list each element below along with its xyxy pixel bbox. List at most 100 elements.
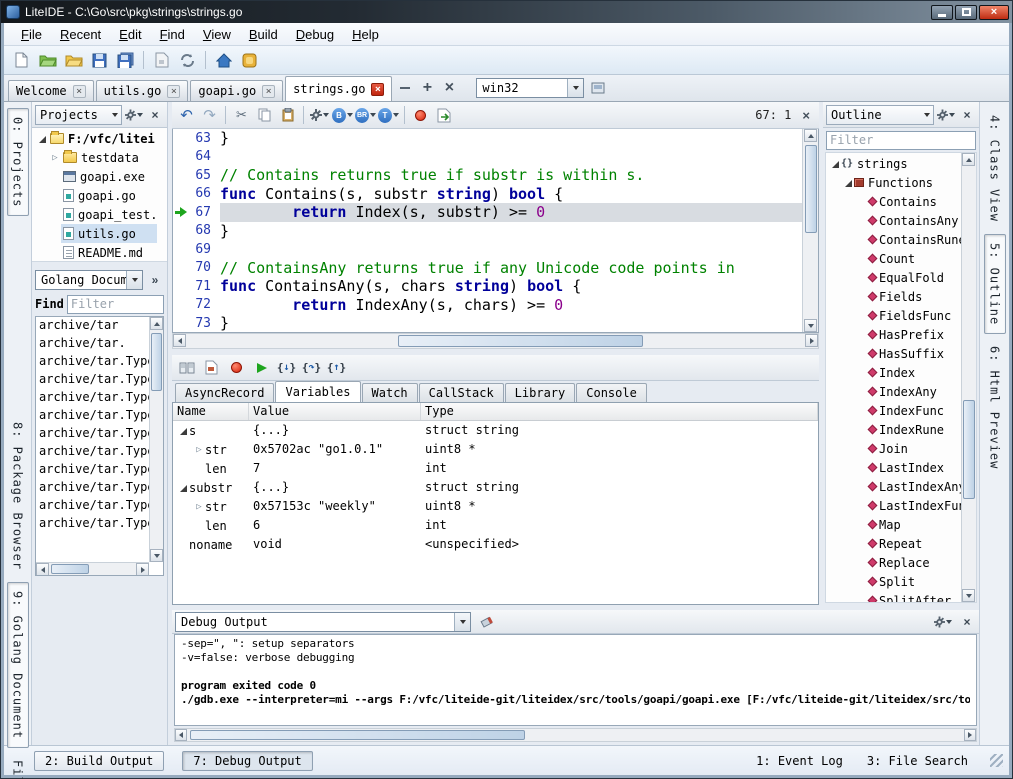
- doc-list-item[interactable]: archive/tar.TypeSymlink: [36, 498, 149, 516]
- code-line-64[interactable]: 64: [173, 148, 802, 167]
- menu-item-help[interactable]: Help: [343, 25, 388, 44]
- debug-tab-library[interactable]: Library: [505, 383, 576, 402]
- outline-item-equalfold[interactable]: EqualFold: [826, 268, 976, 287]
- outline-item-splitafter[interactable]: SplitAfter: [826, 591, 976, 602]
- tab-list-button[interactable]: [395, 78, 415, 98]
- doc-list-item[interactable]: archive/tar: [36, 318, 149, 336]
- status-toggle-7-debug-output[interactable]: 7: Debug Output: [182, 751, 312, 771]
- build-run-menu-button[interactable]: BR: [355, 105, 376, 126]
- debug-tab-console[interactable]: Console: [576, 383, 647, 402]
- outline-item-indexany[interactable]: IndexAny: [826, 382, 976, 401]
- tab-close-icon[interactable]: ×: [371, 83, 384, 96]
- outline-item-indexrune[interactable]: IndexRune: [826, 420, 976, 439]
- variable-row-str[interactable]: ▷str0x5702ac "go1.0.1"uint8 *: [173, 440, 818, 459]
- tab-close-icon[interactable]: ×: [262, 85, 275, 98]
- code-line-68[interactable]: 68}: [173, 222, 802, 241]
- export-icon[interactable]: [433, 105, 454, 126]
- dock-tab-4-class-view[interactable]: 4: Class View: [985, 107, 1005, 230]
- outline-item-replace[interactable]: Replace: [826, 553, 976, 572]
- continue-debug-button[interactable]: [251, 357, 272, 378]
- outline-item-map[interactable]: Map: [826, 515, 976, 534]
- column-header-name[interactable]: Name: [173, 403, 249, 420]
- doc-list-item[interactable]: archive/tar.: [36, 336, 149, 354]
- doc-list-item[interactable]: archive/tar.TypeRegA: [36, 480, 149, 498]
- open-file-icon[interactable]: [36, 49, 59, 71]
- code-line-67[interactable]: 67 return Index(s, substr) >= 0: [173, 203, 802, 222]
- output-combo[interactable]: Debug Output: [175, 612, 471, 632]
- editor-close-button[interactable]: ×: [797, 108, 815, 123]
- status-label-1-event-log[interactable]: 1: Event Log: [756, 754, 843, 768]
- outline-item-join[interactable]: Join: [826, 439, 976, 458]
- project-tree-item[interactable]: F:/vfc/liteide-git: [32, 129, 167, 148]
- outline-item-count[interactable]: Count: [826, 249, 976, 268]
- project-tree-item[interactable]: ▷testdata: [32, 148, 167, 167]
- clear-output-button[interactable]: [477, 613, 495, 631]
- home-icon[interactable]: [212, 49, 235, 71]
- dock-tab-file-system[interactable]: File System: [8, 752, 28, 779]
- tree-expander-icon[interactable]: [177, 426, 189, 435]
- editor-tab-welcome[interactable]: Welcome×: [8, 80, 94, 101]
- outline-item-repeat[interactable]: Repeat: [826, 534, 976, 553]
- editor-tab-strings-go[interactable]: strings.go×: [285, 76, 392, 101]
- tab-close-icon[interactable]: ×: [167, 85, 180, 98]
- scrollbar-thumb[interactable]: [805, 145, 817, 233]
- debug-tab-callstack[interactable]: CallStack: [419, 383, 504, 402]
- load-session-icon[interactable]: [176, 357, 197, 378]
- scroll-left-button[interactable]: [36, 563, 49, 576]
- combo-dropdown-button[interactable]: [454, 613, 470, 631]
- outline-item-hassuffix[interactable]: HasSuffix: [826, 344, 976, 363]
- menu-item-recent[interactable]: Recent: [51, 25, 110, 44]
- outline-close-button[interactable]: ×: [958, 106, 976, 124]
- doc-source-combo[interactable]: Golang Document: [35, 270, 143, 290]
- variable-row-substr[interactable]: substr{...}struct string: [173, 478, 818, 497]
- debug-tab-variables[interactable]: Variables: [275, 381, 360, 402]
- doc-list-item[interactable]: archive/tar.TypeCont: [36, 390, 149, 408]
- outline-combo[interactable]: Outline: [826, 105, 934, 125]
- status-toggle-2-build-output[interactable]: 2: Build Output: [34, 751, 164, 771]
- outline-item-hasprefix[interactable]: HasPrefix: [826, 325, 976, 344]
- project-tree-item[interactable]: goapi_test.go: [32, 205, 167, 224]
- copy-icon[interactable]: [254, 105, 275, 126]
- code-line-63[interactable]: 63}: [173, 129, 802, 148]
- combo-dropdown-button[interactable]: [567, 79, 583, 97]
- save-file-icon[interactable]: [88, 49, 111, 71]
- tree-expander-icon[interactable]: [829, 159, 841, 168]
- outline-item-containsany[interactable]: ContainsAny: [826, 211, 976, 230]
- liteide-logo-icon[interactable]: [238, 49, 261, 71]
- build-menu-button[interactable]: B: [332, 105, 353, 126]
- code-line-70[interactable]: 70// ContainsAny returns true if any Uni…: [173, 259, 802, 278]
- projects-combo[interactable]: Projects: [35, 105, 122, 125]
- stop-debug-button[interactable]: [226, 357, 247, 378]
- menu-item-file[interactable]: File: [12, 25, 51, 44]
- code-editor[interactable]: 63}6465// Contains returns true if subst…: [172, 129, 819, 333]
- debug-tab-watch[interactable]: Watch: [362, 383, 418, 402]
- open-folder-icon[interactable]: [62, 49, 85, 71]
- code-line-72[interactable]: 72 return IndexAny(s, chars) >= 0: [173, 296, 802, 315]
- scroll-right-button[interactable]: [136, 563, 149, 576]
- scrollbar-thumb[interactable]: [398, 335, 643, 347]
- step-out-button[interactable]: {↑}: [326, 357, 347, 378]
- scroll-up-button[interactable]: [962, 153, 975, 166]
- outline-item-indexfunc[interactable]: IndexFunc: [826, 401, 976, 420]
- editor-menu-button[interactable]: [309, 105, 330, 126]
- doc-more-button[interactable]: »: [146, 271, 164, 289]
- debug-tab-asyncrecord[interactable]: AsyncRecord: [175, 383, 274, 402]
- titlebar[interactable]: LiteIDE - C:\Go\src\pkg\strings\strings.…: [1, 1, 1012, 23]
- tree-expander-icon[interactable]: ▷: [193, 502, 205, 512]
- tree-expander-icon[interactable]: [842, 178, 854, 187]
- variable-row-noname[interactable]: nonamevoid<unspecified>: [173, 535, 818, 554]
- step-over-button[interactable]: {↷}: [301, 357, 322, 378]
- outline-item-strings[interactable]: {}strings: [826, 154, 976, 173]
- code-line-69[interactable]: 69: [173, 240, 802, 259]
- minimize-button[interactable]: [931, 5, 953, 20]
- variable-row-str[interactable]: ▷str0x57153c "weekly"uint8 *: [173, 497, 818, 516]
- env-settings-button[interactable]: [588, 78, 608, 98]
- code-line-65[interactable]: 65// Contains returns true if substr is …: [173, 166, 802, 185]
- step-into-button[interactable]: {↓}: [276, 357, 297, 378]
- project-tree-item[interactable]: README.md: [32, 243, 167, 262]
- outline-item-index[interactable]: Index: [826, 363, 976, 382]
- close-button[interactable]: ×: [979, 5, 1009, 20]
- status-label-3-file-search[interactable]: 3: File Search: [867, 754, 968, 768]
- scroll-down-button[interactable]: [150, 549, 163, 562]
- editor-vscrollbar[interactable]: [802, 129, 818, 332]
